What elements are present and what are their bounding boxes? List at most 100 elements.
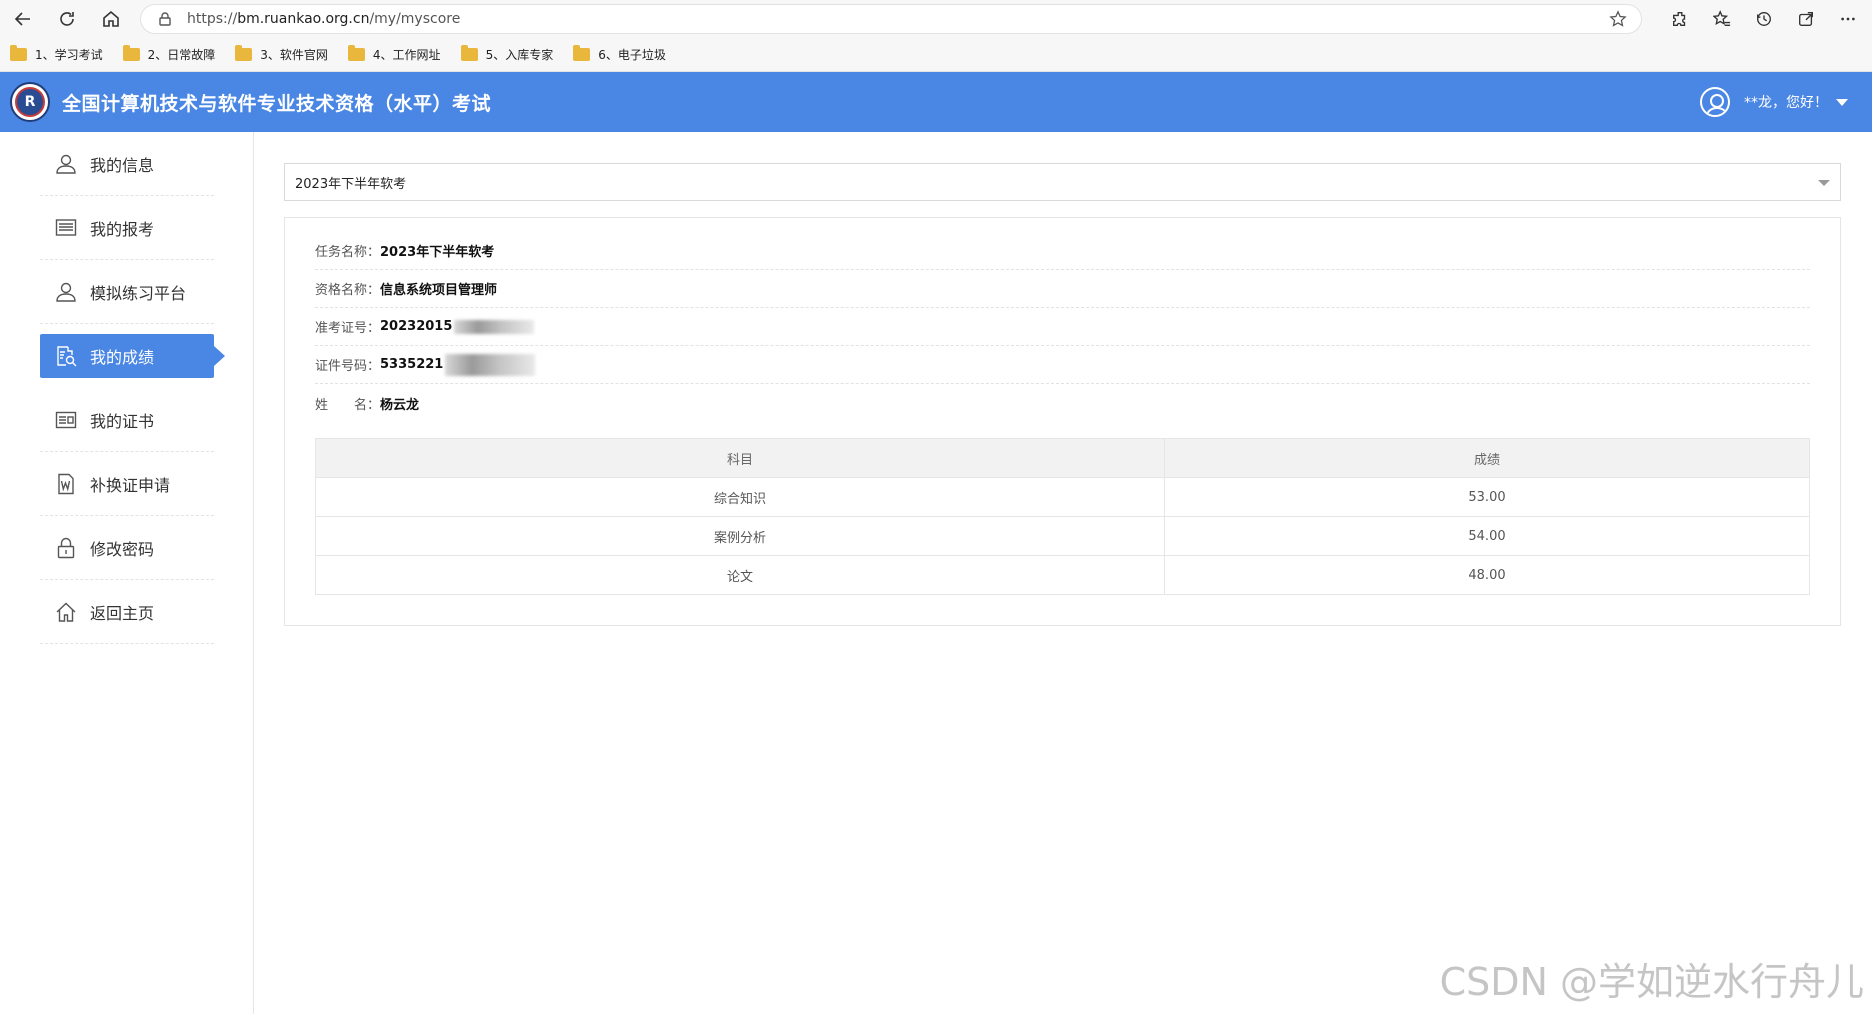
subject-cell: 案例分析 (315, 516, 1165, 556)
browser-right-tools (1668, 4, 1860, 34)
url-path: /my/myscore (369, 11, 461, 27)
exam-select-value: 2023年下半年软考 (295, 176, 407, 192)
sidebar-item-label: 补换证申请 (90, 475, 171, 495)
bookmark-label: 3、软件官网 (260, 48, 328, 62)
sidebar-item-my-info[interactable]: 我的信息 (40, 132, 214, 196)
bookmark-folder[interactable]: 4、工作网址 (346, 42, 443, 68)
id-number-value: 5335221 (380, 357, 444, 372)
bookmark-folder[interactable]: 6、电子垃圾 (571, 42, 668, 68)
task-name-value: 2023年下半年软考 (380, 245, 495, 260)
folder-icon (122, 45, 140, 61)
url-text: https://bm.ruankao.org.cn/my/myscore (187, 11, 460, 27)
lock-icon[interactable] (157, 11, 173, 27)
user-avatar-icon (1700, 87, 1730, 117)
user-icon (54, 280, 78, 304)
user-menu[interactable]: **龙，您好！ (1700, 72, 1848, 132)
sidebar-item-return-home[interactable]: 返回主页 (40, 580, 214, 644)
bookmark-folder[interactable]: 5、入库专家 (459, 42, 556, 68)
score-cell: 54.00 (1164, 516, 1810, 556)
sidebar-item-label: 我的信息 (90, 155, 155, 175)
task-name-label: 任务名称： (315, 245, 381, 260)
name-row: 姓 名： 杨云龙 (315, 384, 1810, 422)
list-icon (54, 216, 78, 240)
sidebar-item-practice-platform[interactable]: 模拟练习平台 (40, 260, 214, 324)
lock-icon (54, 536, 78, 560)
bookmark-label: 5、入库专家 (485, 48, 554, 62)
subject-cell: 综合知识 (315, 477, 1165, 517)
bookmark-folder[interactable]: 3、软件官网 (233, 42, 330, 68)
folder-icon (573, 45, 591, 61)
score-panel: 任务名称： 2023年下半年软考 资格名称： 信息系统项目管理师 准考证号： 2… (284, 217, 1841, 626)
exam-select[interactable]: 2023年下半年软考 (284, 163, 1841, 201)
favorites-icon[interactable] (1710, 7, 1734, 31)
logo-mark: R (15, 87, 45, 117)
sidebar-item-label: 我的报考 (90, 219, 155, 239)
score-cell: 53.00 (1164, 477, 1810, 517)
qualification-value: 信息系统项目管理师 (380, 283, 498, 298)
score-cell: 48.00 (1164, 555, 1810, 595)
bookmark-label: 2、日常故障 (147, 48, 216, 62)
admission-ticket-label: 准考证号： (315, 321, 381, 336)
main-content: 2023年下半年软考 任务名称： 2023年下半年软考 资格名称： 信息系统项目… (255, 132, 1872, 1014)
chevron-down-icon (1818, 180, 1830, 186)
bookmarks-bar: 1、学习考试 2、日常故障 3、软件官网 4、工作网址 5、入库专家 6、电子垃… (0, 38, 1872, 72)
table-row: 论文 48.00 (315, 555, 1810, 595)
folder-icon (347, 45, 365, 61)
sidebar-item-label: 我的证书 (90, 411, 155, 431)
favorite-star-icon[interactable] (1609, 10, 1627, 28)
name-label: 姓 名： (315, 397, 381, 413)
table-row: 综合知识 53.00 (315, 477, 1810, 517)
id-number-row: 证件号码： 5335221 (315, 346, 1810, 384)
home-icon (54, 600, 78, 624)
sidebar: 我的信息 我的报考 模拟练习平台 我的成绩 我的证书 补换证申请 修改密码 返回… (0, 132, 254, 1014)
user-greeting: **龙，您好！ (1744, 95, 1828, 111)
sidebar-item-label: 返回主页 (90, 603, 155, 623)
sidebar-item-label: 我的成绩 (90, 348, 155, 367)
certificate-icon (54, 408, 78, 432)
sidebar-item-certificate-replacement[interactable]: 补换证申请 (40, 452, 214, 516)
bookmark-folder[interactable]: 1、学习考试 (8, 42, 105, 68)
folder-icon (460, 45, 478, 61)
chevron-down-icon (1836, 98, 1848, 106)
ruankao-logo[interactable]: R (10, 82, 50, 122)
score-table: 科目 成绩 综合知识 53.00 案例分析 54.00 论文 48.00 (315, 438, 1810, 595)
subject-cell: 论文 (315, 555, 1165, 595)
table-row: 案例分析 54.00 (315, 516, 1810, 556)
qualification-row: 资格名称： 信息系统项目管理师 (315, 270, 1810, 308)
bookmark-folder[interactable]: 2、日常故障 (121, 42, 218, 68)
word-doc-icon (54, 472, 78, 496)
sidebar-item-my-registration[interactable]: 我的报考 (40, 196, 214, 260)
admission-ticket-value: 20232015 (380, 319, 453, 334)
back-arrow-icon[interactable] (8, 4, 38, 34)
browser-toolbar: https://bm.ruankao.org.cn/my/myscore (0, 0, 1872, 38)
bookmark-label: 6、电子垃圾 (598, 48, 666, 62)
sidebar-item-label: 模拟练习平台 (90, 283, 187, 303)
home-icon[interactable] (96, 4, 126, 34)
column-header-score: 成绩 (1164, 438, 1810, 478)
folder-icon (10, 45, 27, 61)
url-scheme: https:// (187, 11, 238, 27)
more-menu-icon[interactable] (1836, 7, 1860, 31)
csdn-watermark: CSDN @学如逆水行舟儿 (1439, 960, 1864, 1004)
task-name-row: 任务名称： 2023年下半年软考 (315, 232, 1810, 270)
bookmark-label: 1、学习考试 (35, 48, 103, 62)
app-title: 全国计算机技术与软件专业技术资格（水平）考试 (62, 92, 492, 115)
column-header-subject: 科目 (315, 438, 1165, 478)
app-header: R 全国计算机技术与软件专业技术资格（水平）考试 **龙，您好！ (0, 72, 1872, 132)
sidebar-item-my-score[interactable]: 我的成绩 (40, 334, 225, 378)
redacted-blur (454, 319, 535, 334)
bookmark-label: 4、工作网址 (372, 48, 441, 62)
share-icon[interactable] (1794, 7, 1818, 31)
sidebar-item-my-certificate[interactable]: 我的证书 (40, 388, 214, 452)
redacted-blur (445, 353, 536, 376)
qualification-label: 资格名称： (315, 283, 381, 298)
admission-ticket-row: 准考证号： 20232015 (315, 308, 1810, 346)
table-header-row: 科目 成绩 (315, 438, 1810, 478)
sidebar-item-label: 修改密码 (90, 539, 155, 559)
history-icon[interactable] (1752, 7, 1776, 31)
url-host: bm.ruankao.org.cn (237, 11, 370, 27)
refresh-icon[interactable] (52, 4, 82, 34)
extensions-icon[interactable] (1668, 7, 1692, 31)
address-bar[interactable]: https://bm.ruankao.org.cn/my/myscore (140, 4, 1642, 34)
sidebar-item-change-password[interactable]: 修改密码 (40, 516, 214, 580)
